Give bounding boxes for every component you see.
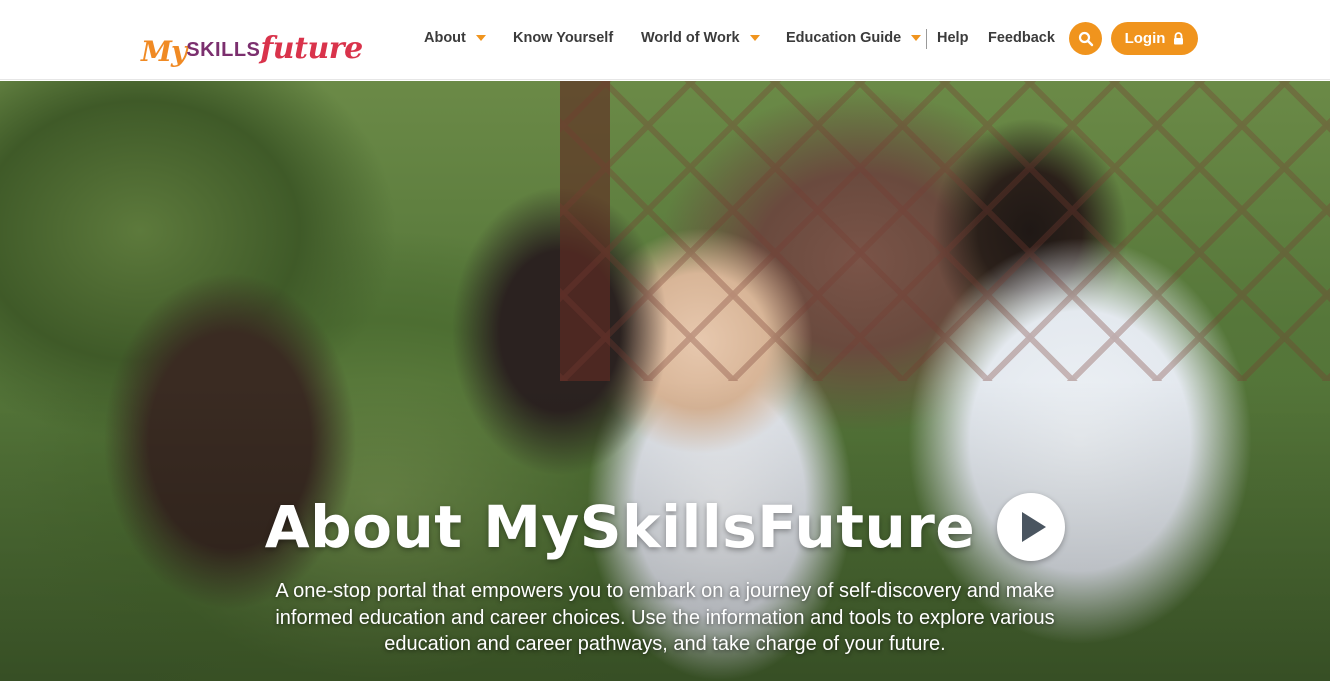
nav-about-label: About [424, 30, 466, 46]
play-icon [1022, 512, 1047, 542]
search-icon [1078, 31, 1093, 46]
search-button[interactable] [1069, 22, 1102, 55]
logo-my: My [141, 35, 187, 68]
nav-about[interactable]: About [424, 30, 486, 46]
hero-title-row: About MySkillsFuture [0, 493, 1330, 561]
nav-know-yourself-label: Know Yourself [513, 30, 614, 46]
myskillsfuture-logo[interactable]: My SKILLS future [141, 14, 363, 68]
play-video-button[interactable] [997, 493, 1066, 561]
nav-feedback[interactable]: Feedback [988, 30, 1055, 46]
nav-know-yourself[interactable]: Know Yourself [513, 30, 613, 46]
nav-help-label: Help [937, 30, 969, 46]
login-button[interactable]: Login [1111, 22, 1198, 55]
logo-skills: SKILLS [186, 39, 261, 61]
hero-title: About MySkillsFuture [264, 493, 976, 561]
hero-banner: About MySkillsFuture A one-stop portal t… [0, 81, 1330, 681]
logo-future: future [260, 31, 363, 66]
lock-icon [1173, 32, 1184, 45]
nav-education-guide[interactable]: Education Guide [786, 30, 922, 46]
nav-divider [926, 29, 927, 49]
caret-down-icon [475, 35, 486, 41]
nav-help[interactable]: Help [937, 30, 968, 46]
nav-world-of-work-label: World of Work [641, 30, 740, 46]
caret-down-icon [749, 35, 760, 41]
login-label: Login [1124, 30, 1166, 47]
nav-world-of-work[interactable]: World of Work [641, 30, 760, 46]
nav-education-guide-label: Education Guide [786, 30, 902, 46]
caret-down-icon [911, 35, 922, 41]
top-navigation-bar: My SKILLS future About Know Yourself Wor… [0, 0, 1330, 80]
hero-description: A one-stop portal that empowers you to e… [275, 580, 1055, 655]
nav-feedback-label: Feedback [988, 30, 1055, 46]
